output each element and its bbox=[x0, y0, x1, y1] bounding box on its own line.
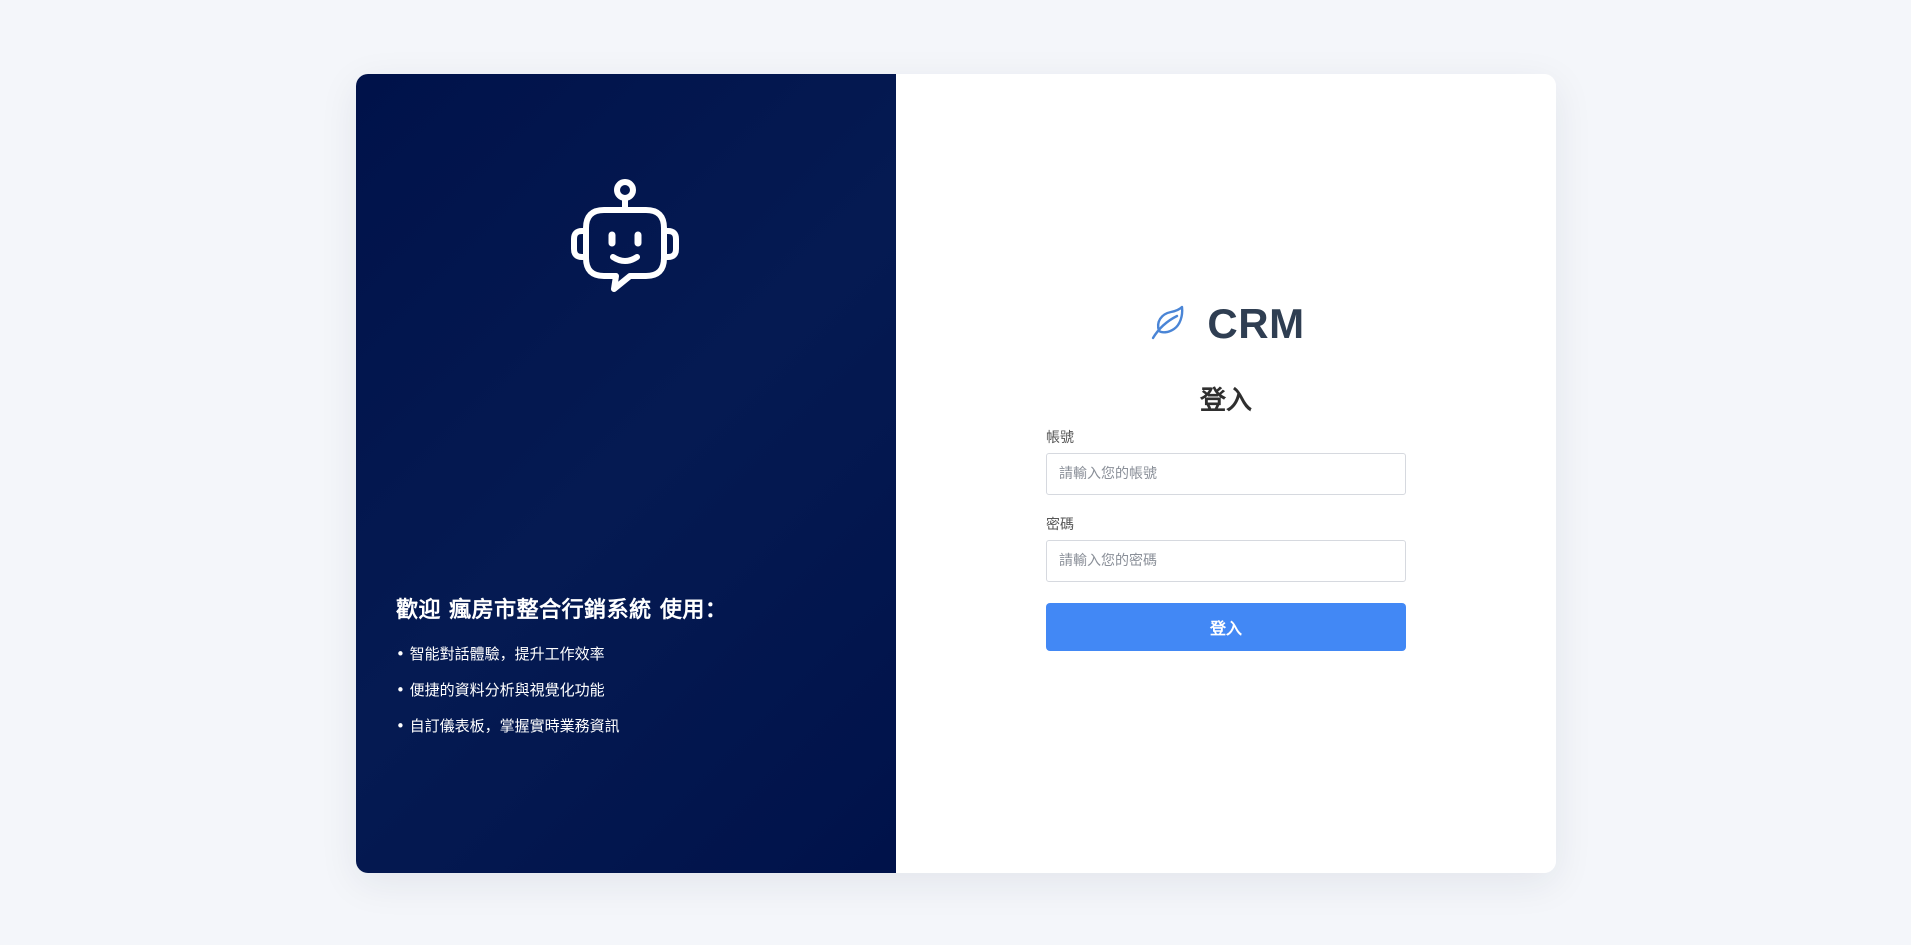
login-panel: CRM 登入 帳號 密碼 登入 bbox=[896, 74, 1556, 873]
password-label: 密碼 bbox=[1046, 517, 1074, 533]
welcome-title: 歡迎 瘋房市整合行銷系統 使用： bbox=[396, 598, 728, 623]
brand-name: CRM bbox=[1207, 300, 1305, 347]
feature-item: • 便捷的資料分析與視覺化功能 bbox=[396, 681, 605, 699]
leaf-icon bbox=[1152, 305, 1184, 340]
login-card: 歡迎 瘋房市整合行銷系統 使用： • 智能對話體驗，提升工作效率 • 便捷的資料… bbox=[356, 74, 1556, 873]
password-input[interactable] bbox=[1046, 540, 1406, 582]
username-input[interactable] bbox=[1046, 453, 1406, 495]
form-title: 登入 bbox=[1199, 386, 1252, 416]
password-group: 密碼 bbox=[1046, 516, 1406, 582]
feature-item: • 智能對話體驗，提升工作效率 bbox=[396, 645, 605, 663]
brand-header: CRM bbox=[896, 300, 1556, 348]
feature-item: • 自訂儀表板，掌握實時業務資訊 bbox=[396, 717, 620, 735]
robot-chat-icon bbox=[571, 179, 679, 292]
welcome-panel: 歡迎 瘋房市整合行銷系統 使用： • 智能對話體驗，提升工作效率 • 便捷的資料… bbox=[356, 74, 896, 873]
username-group: 帳號 bbox=[1046, 429, 1406, 495]
welcome-section: 歡迎 瘋房市整合行銷系統 使用： • 智能對話體驗，提升工作效率 • 便捷的資料… bbox=[396, 592, 866, 752]
login-form: 登入 帳號 密碼 登入 bbox=[1046, 380, 1406, 651]
login-button[interactable]: 登入 bbox=[1046, 603, 1406, 651]
username-label: 帳號 bbox=[1046, 430, 1074, 446]
